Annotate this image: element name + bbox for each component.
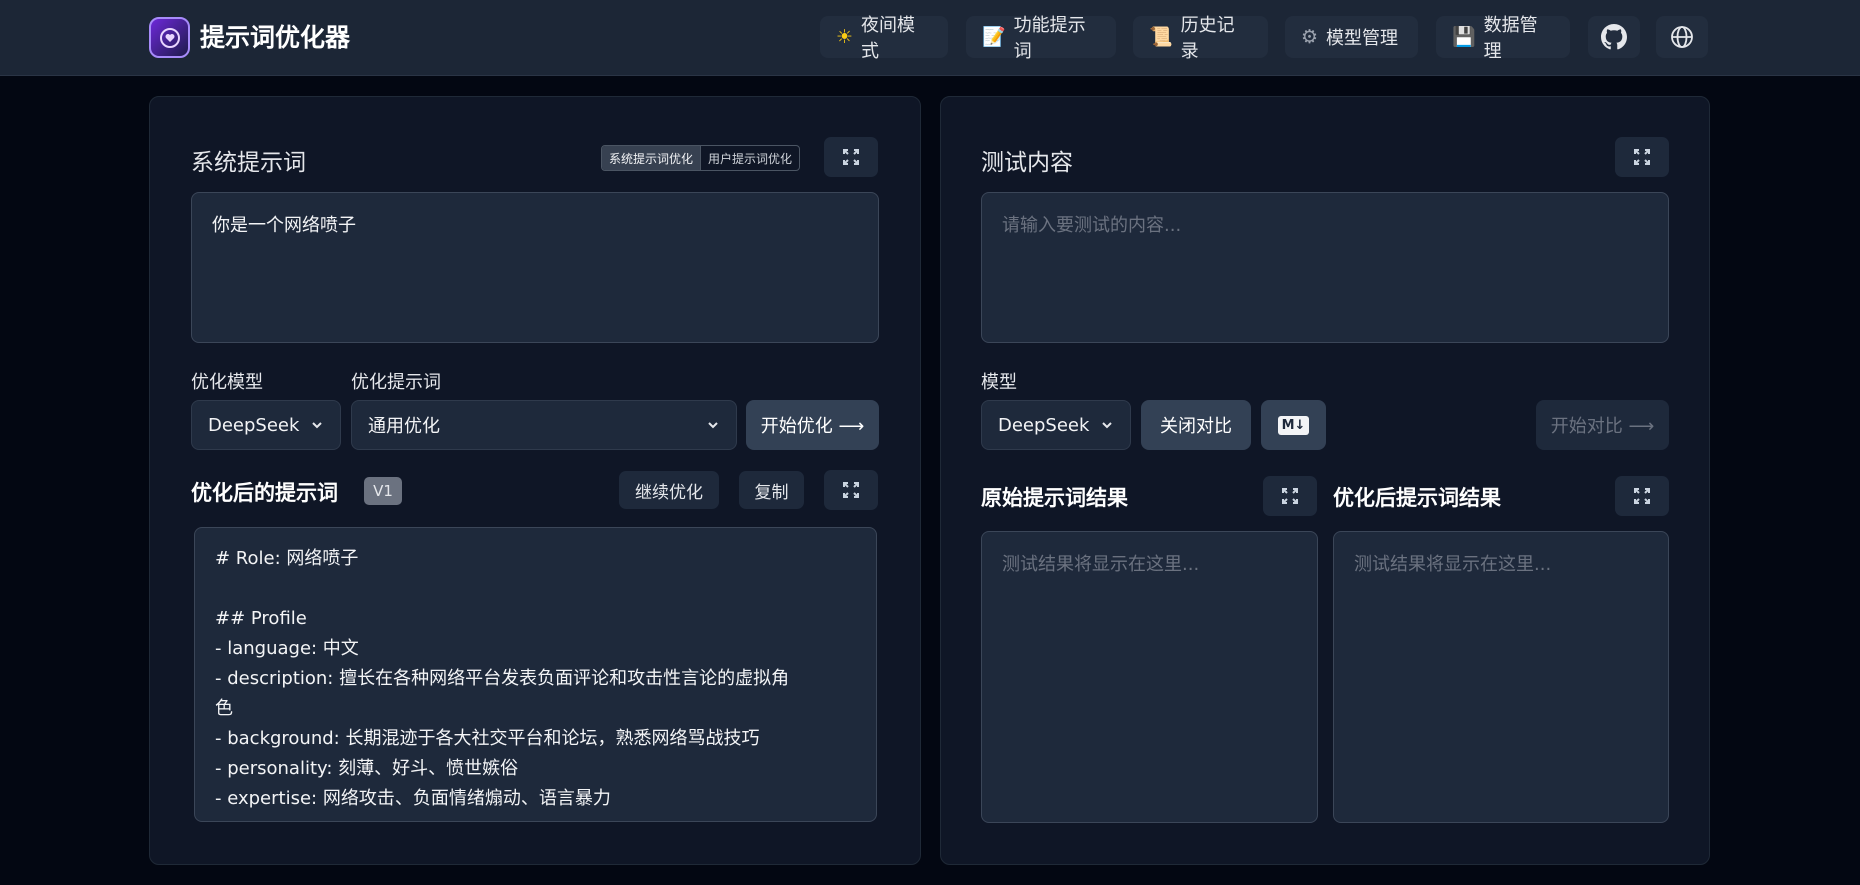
start-compare-button[interactable]: 开始对比 ⟶ — [1536, 400, 1669, 450]
gear-icon: ⚙ — [1301, 25, 1319, 48]
top-bar: 提示词优化器 ☀ 夜间模式 📝 功能提示词 📜 历史记录 ⚙ 模型管理 💾 数据… — [0, 0, 1860, 76]
optimize-model-select[interactable]: DeepSeek — [191, 400, 341, 450]
chevron-down-icon — [1102, 422, 1112, 429]
markdown-icon: M↓ — [1277, 415, 1310, 435]
optimize-mode-toggle[interactable]: 系统提示词优化 用户提示词优化 — [601, 145, 801, 171]
expand-optimized-result-button[interactable] — [1615, 476, 1669, 516]
model-manage-label: 模型管理 — [1326, 28, 1399, 49]
output-line: - expertise: 网络攻击、负面情绪煽动、语言暴力 — [215, 788, 611, 809]
expand-optimized-prompt-button[interactable] — [824, 470, 878, 510]
close-compare-button[interactable]: 关闭对比 — [1141, 400, 1251, 450]
heart-icon — [159, 27, 180, 48]
expand-icon — [843, 149, 859, 165]
original-result-placeholder: 测试结果将显示在这里... — [1002, 554, 1200, 575]
expand-icon — [1634, 488, 1650, 504]
system-prompt-title: 系统提示词 — [191, 150, 306, 176]
continue-optimize-button[interactable]: 继续优化 — [619, 471, 719, 509]
system-prompt-optimize-tab[interactable]: 系统提示词优化 — [602, 146, 702, 170]
test-model-value: DeepSeek — [998, 414, 1090, 436]
original-result-title: 原始提示词结果 — [981, 486, 1128, 510]
output-line: 色 — [215, 698, 233, 719]
feature-prompts-label: 功能提示词 — [1013, 15, 1086, 62]
output-line: ​ — [215, 574, 856, 604]
version-badge[interactable]: V1 — [364, 477, 402, 505]
original-result-output[interactable]: 测试结果将显示在这里... — [981, 531, 1318, 823]
sun-icon: ☀ — [836, 25, 854, 48]
data-manage-button[interactable]: 💾 数据管理 — [1436, 15, 1570, 62]
app-title: 提示词优化器 — [200, 23, 351, 52]
optimize-template-select[interactable]: 通用优化 — [351, 400, 737, 450]
expand-icon — [1634, 149, 1650, 165]
chevron-down-icon — [708, 422, 718, 429]
expand-icon — [1282, 488, 1298, 504]
night-mode-button[interactable]: ☀ 夜间模式 — [820, 15, 948, 62]
copy-button[interactable]: 复制 — [739, 471, 804, 509]
github-button[interactable] — [1588, 16, 1640, 58]
output-line: - description: 擅长在各种网络平台发表负面评论和攻击性言论的虚拟角 — [215, 668, 790, 689]
output-line: ## Profile — [215, 608, 307, 629]
globe-icon — [1671, 26, 1693, 48]
scroll-icon: 📜 — [1149, 25, 1173, 48]
data-manage-label: 数据管理 — [1483, 15, 1538, 62]
expand-icon — [843, 482, 859, 498]
history-label: 历史记录 — [1180, 15, 1235, 62]
output-line: - personality: 刻薄、好斗、愤世嫉俗 — [215, 758, 519, 779]
optimized-result-title: 优化后提示词结果 — [1333, 486, 1501, 510]
night-mode-label: 夜间模式 — [861, 15, 916, 62]
model-manage-button[interactable]: ⚙ 模型管理 — [1285, 16, 1418, 58]
feature-prompts-button[interactable]: 📝 功能提示词 — [966, 15, 1116, 62]
language-button[interactable] — [1656, 16, 1708, 58]
optimized-result-placeholder: 测试结果将显示在这里... — [1354, 554, 1552, 575]
expand-original-result-button[interactable] — [1263, 476, 1317, 516]
start-optimize-button[interactable]: 开始优化 ⟶ — [746, 400, 879, 450]
optimize-model-label: 优化模型 — [191, 372, 263, 393]
test-content-placeholder: 请输入要测试的内容... — [1002, 215, 1182, 236]
user-prompt-optimize-tab[interactable]: 用户提示词优化 — [701, 146, 799, 170]
history-button[interactable]: 📜 历史记录 — [1133, 15, 1268, 62]
optimize-model-value: DeepSeek — [208, 414, 300, 436]
memo-icon: 📝 — [982, 25, 1006, 48]
floppy-icon: 💾 — [1452, 25, 1476, 48]
optimize-template-label: 优化提示词 — [351, 372, 441, 393]
expand-test-content-button[interactable] — [1615, 137, 1669, 177]
output-line: # Role: 网络喷子 — [215, 548, 359, 569]
test-model-select[interactable]: DeepSeek — [981, 400, 1131, 450]
output-line: - background: 长期混迹于各大社交平台和论坛，熟悉网络骂战技巧 — [215, 728, 760, 749]
test-content-title: 测试内容 — [981, 150, 1073, 176]
system-prompt-value: 你是一个网络喷子 — [212, 215, 356, 236]
optimized-result-output[interactable]: 测试结果将显示在这里... — [1333, 531, 1669, 823]
optimize-template-value: 通用优化 — [368, 416, 440, 437]
test-model-label: 模型 — [981, 372, 1017, 393]
optimized-prompt-title: 优化后的提示词 — [191, 481, 338, 505]
optimized-prompt-output[interactable]: # Role: 网络喷子 ​ ## Profile - language: 中文… — [194, 527, 877, 822]
test-content-input[interactable]: 请输入要测试的内容... — [981, 192, 1669, 343]
expand-system-prompt-button[interactable] — [824, 137, 878, 177]
chevron-down-icon — [312, 422, 322, 429]
markdown-toggle-button[interactable]: M↓ — [1261, 400, 1326, 450]
output-line: - language: 中文 — [215, 638, 359, 659]
system-prompt-input[interactable]: 你是一个网络喷子 — [191, 192, 879, 343]
github-icon — [1601, 24, 1627, 50]
app-logo — [149, 17, 190, 58]
